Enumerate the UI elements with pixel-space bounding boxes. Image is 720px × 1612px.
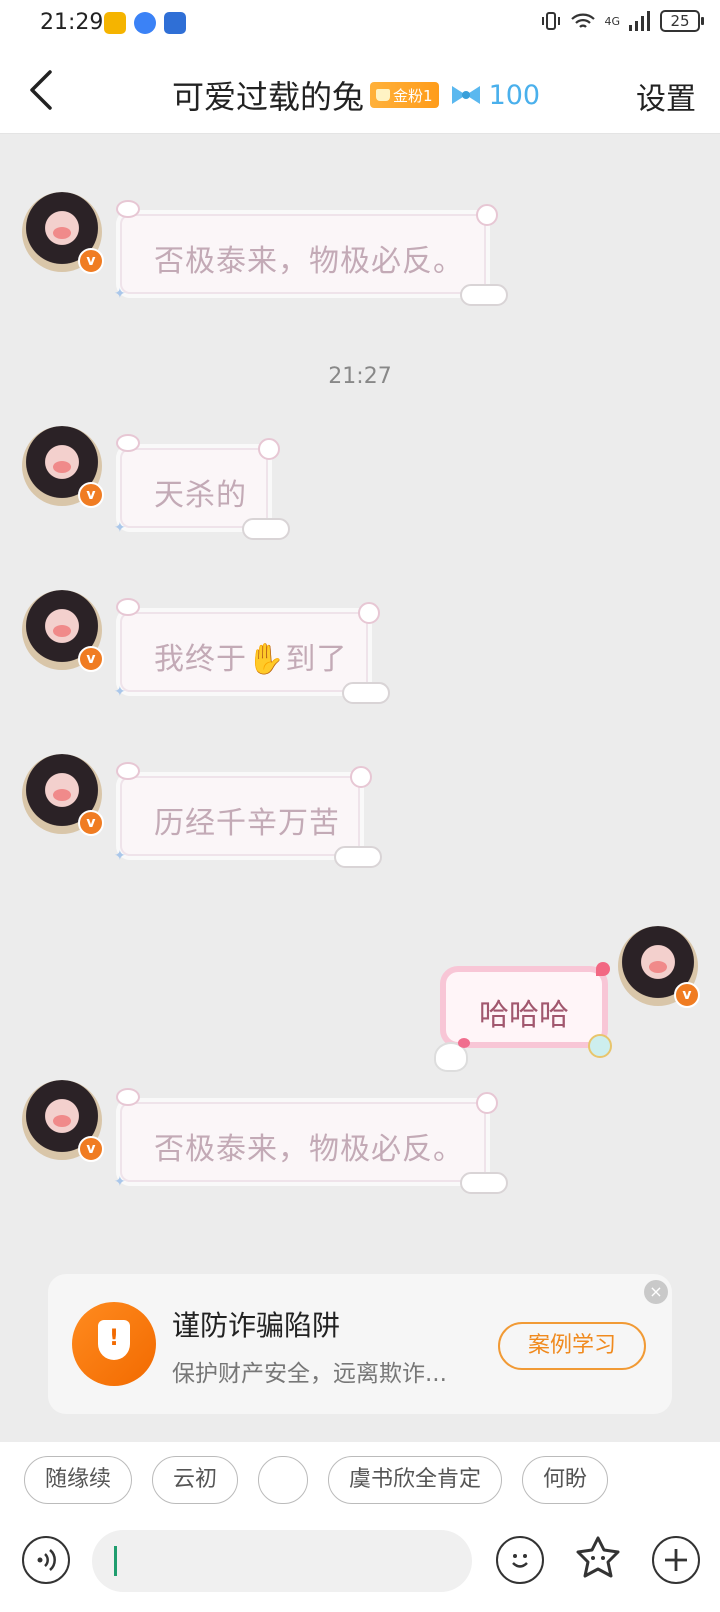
quick-reply-bar: 随缘续 云初 虞书欣全肯定 何盼 (0, 1442, 720, 1518)
message-bubble[interactable]: ✦ 我终于✋到了 (114, 598, 390, 704)
header-title-group: 可爱过载的兔 金粉1 100 (172, 72, 540, 118)
case-study-button[interactable]: 案例学习 (498, 1322, 646, 1370)
quick-reply-chip[interactable] (258, 1456, 309, 1504)
sticker-icon (576, 1536, 620, 1578)
quick-reply-chip[interactable]: 何盼 (522, 1456, 609, 1504)
verified-badge: v (674, 982, 700, 1008)
voice-button[interactable] (22, 1536, 70, 1584)
text-caret (114, 1546, 117, 1576)
emoji-icon (512, 1554, 528, 1568)
verified-badge: v (78, 248, 104, 274)
message-bubble[interactable]: ✦ 历经千辛万苦 (114, 762, 382, 868)
message-bubble[interactable]: ✦ 天杀的 (114, 434, 290, 540)
avatar[interactable]: v (22, 192, 104, 274)
signal-icon (629, 11, 650, 31)
fan-count: 100 (488, 79, 541, 111)
fan-badge-label: 金粉1 (393, 86, 433, 105)
shield-icon: ! (72, 1302, 156, 1386)
my-avatar[interactable]: v (618, 926, 700, 1008)
avatar[interactable]: v (22, 590, 104, 672)
message-bubble[interactable]: ✦ 否极泰来，物极必反。 (114, 1088, 508, 1194)
avatar[interactable]: v (22, 1080, 104, 1162)
message-input[interactable] (92, 1530, 472, 1592)
more-button[interactable] (652, 1536, 700, 1584)
my-message-bubble[interactable]: 哈哈哈 (434, 962, 612, 1072)
bow-icon (451, 86, 480, 104)
verified-badge: v (78, 646, 104, 672)
chat-area[interactable]: v ✦ 否极泰来，物极必反。 21:27 v ✦ 天杀的 v ✦ 我终于✋到了 … (0, 134, 720, 1404)
weibo-icon (104, 12, 126, 34)
kitty-sticker-icon (434, 1038, 470, 1072)
message-timestamp: 21:27 (328, 364, 392, 389)
page-title: 可爱过载的兔 (172, 78, 365, 116)
status-indicators: 4G 25 (540, 10, 704, 32)
sticker-button[interactable] (572, 1534, 624, 1586)
browser-icon (134, 12, 156, 34)
verified-badge: v (78, 482, 104, 508)
fraud-card-description: 保护财产安全，远离欺诈... (172, 1361, 447, 1387)
message-text: 我终于✋到了 (154, 642, 348, 677)
message-text: 否极泰来，物极必反。 (154, 244, 464, 279)
quick-reply-chip[interactable]: 云初 (152, 1456, 239, 1504)
wifi-icon (571, 13, 596, 28)
verified-badge: v (78, 810, 104, 836)
message-text: 否极泰来，物极必反。 (154, 1132, 464, 1167)
status-bar: 21:29 4G 25 (0, 0, 720, 48)
emoji-button[interactable] (496, 1536, 544, 1584)
message-input-bar (0, 1518, 720, 1612)
message-text: 历经千辛万苦 (154, 806, 340, 841)
quick-reply-chip[interactable]: 随缘续 (24, 1456, 133, 1504)
crown-icon (376, 89, 391, 101)
close-icon[interactable]: × (644, 1280, 668, 1304)
vibrate-icon (542, 12, 561, 30)
anti-fraud-card: ! 谨防诈骗陷阱 保护财产安全，远离欺诈... 案例学习 × (48, 1274, 672, 1414)
quick-reply-chip[interactable]: 虞书欣全肯定 (328, 1456, 503, 1504)
status-app-icons (104, 12, 186, 34)
network-type: 4G (604, 14, 620, 28)
message-bubble[interactable]: ✦ 否极泰来，物极必反。 (114, 200, 508, 306)
message-app-icon (164, 12, 186, 34)
charm-icon (588, 1034, 612, 1058)
back-button[interactable] (22, 66, 72, 116)
message-text: 天杀的 (154, 478, 247, 513)
voice-icon (37, 1549, 56, 1571)
plus-icon (665, 1549, 687, 1571)
fraud-card-title: 谨防诈骗陷阱 (172, 1309, 341, 1342)
battery-indicator: 25 (660, 10, 704, 32)
status-time: 21:29 (40, 10, 104, 35)
message-text: 哈哈哈 (479, 998, 569, 1033)
chevron-left-icon (30, 70, 52, 110)
settings-button[interactable]: 设置 (636, 74, 696, 118)
chat-header: 可爱过载的兔 金粉1 100 设置 (0, 48, 720, 134)
fan-level-badge: 金粉1 (370, 82, 439, 108)
avatar[interactable]: v (22, 426, 104, 508)
verified-badge: v (78, 1136, 104, 1162)
strawberry-icon (596, 962, 610, 976)
avatar[interactable]: v (22, 754, 104, 836)
